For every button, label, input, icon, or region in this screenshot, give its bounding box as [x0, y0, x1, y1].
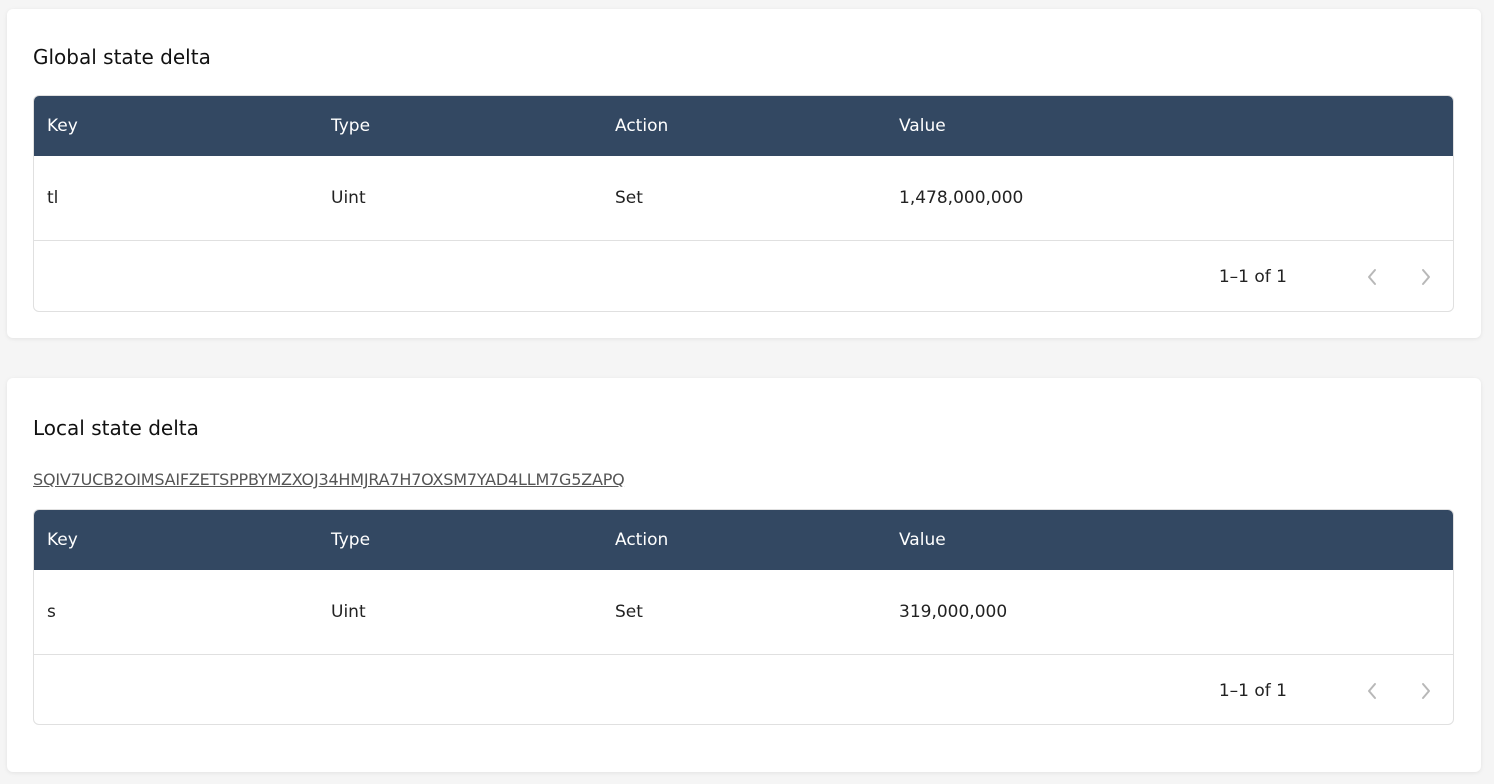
column-header-action: Action [615, 530, 669, 550]
column-header-action: Action [615, 116, 669, 136]
local-state-table: Key Type Action Value s Uint Set 319,000… [33, 509, 1454, 725]
next-page-button[interactable] [1415, 266, 1437, 288]
local-state-delta-card: Local state delta SQIV7UCB2OIMSAIFZETSPP… [7, 378, 1481, 772]
column-header-value: Value [899, 116, 946, 136]
column-header-key: Key [47, 116, 78, 136]
cell-action: Set [615, 188, 643, 208]
cell-value: 319,000,000 [899, 602, 1008, 622]
global-state-delta-card: Global state delta Key Type Action Value… [7, 9, 1481, 338]
table-header-row: Key Type Action Value [34, 510, 1453, 570]
chevron-right-icon [1422, 268, 1430, 285]
table-row: s Uint Set 319,000,000 [34, 570, 1453, 655]
chevron-left-icon [1368, 268, 1376, 285]
local-state-delta-title: Local state delta [33, 416, 199, 440]
column-header-type: Type [331, 116, 371, 136]
chevron-right-icon [1422, 682, 1430, 699]
cell-action: Set [615, 602, 643, 622]
column-header-type: Type [331, 530, 371, 550]
table-header-row: Key Type Action Value [34, 96, 1453, 156]
global-state-delta-title: Global state delta [33, 45, 211, 69]
chevron-left-icon [1368, 682, 1376, 699]
global-state-table: Key Type Action Value tl Uint Set 1,478,… [33, 95, 1454, 312]
cell-value: 1,478,000,000 [899, 188, 1024, 208]
previous-page-button[interactable] [1361, 680, 1383, 702]
cell-key: tl [47, 188, 59, 208]
cell-key: s [47, 602, 56, 622]
table-pagination: 1–1 of 1 [34, 241, 1453, 311]
next-page-button[interactable] [1415, 680, 1437, 702]
previous-page-button[interactable] [1361, 266, 1383, 288]
table-pagination: 1–1 of 1 [34, 655, 1453, 724]
pagination-info: 1–1 of 1 [1218, 266, 1287, 287]
column-header-value: Value [899, 530, 946, 550]
account-address-link[interactable]: SQIV7UCB2OIMSAIFZETSPPBYMZXOJ34HMJRA7H7O… [33, 470, 625, 489]
cell-type: Uint [331, 602, 366, 622]
cell-type: Uint [331, 188, 366, 208]
column-header-key: Key [47, 530, 78, 550]
table-row: tl Uint Set 1,478,000,000 [34, 156, 1453, 241]
pagination-info: 1–1 of 1 [1218, 680, 1287, 701]
